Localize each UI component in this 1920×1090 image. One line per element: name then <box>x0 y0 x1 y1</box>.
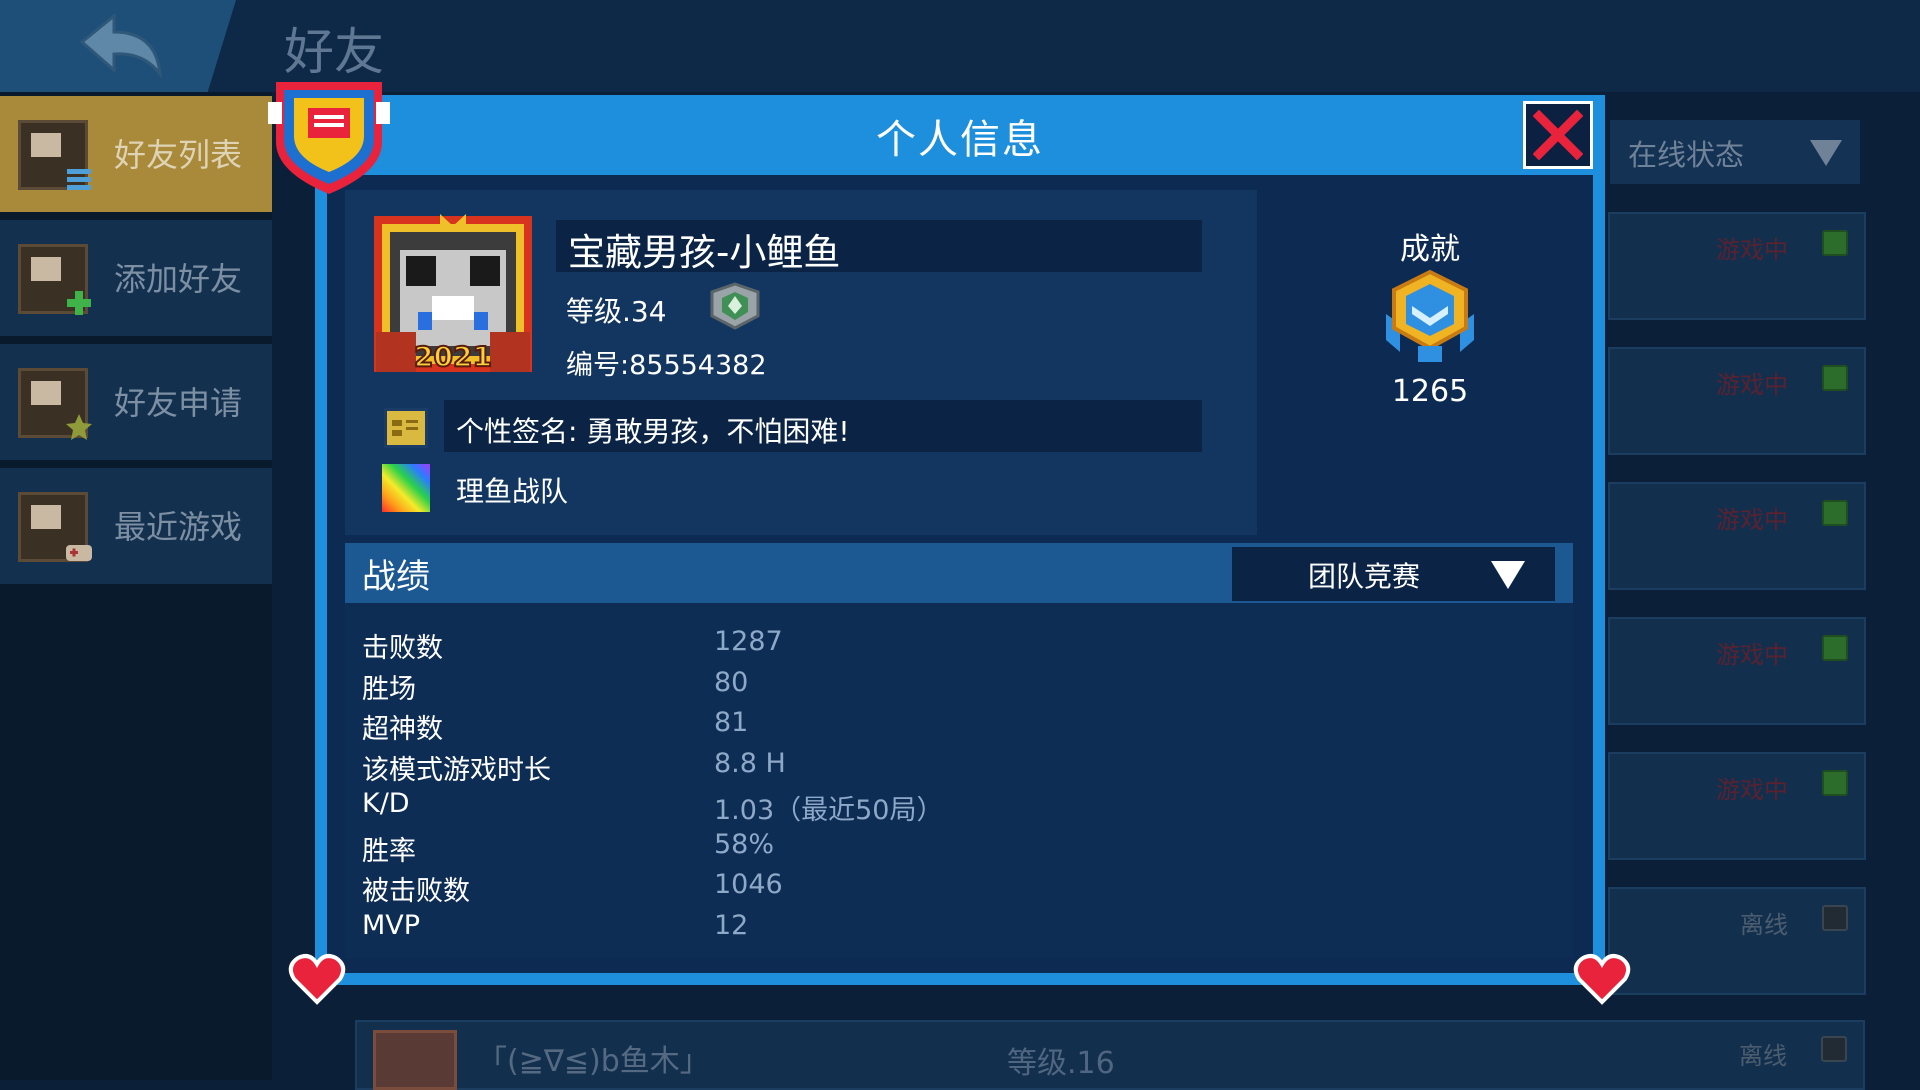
stat-row: MVP 12 <box>362 910 1262 950</box>
status-indicator <box>1822 905 1848 931</box>
stat-value: 12 <box>714 910 749 941</box>
stat-row: 该模式游戏时长 8.8 H <box>362 748 1262 788</box>
team-name: 理鱼战队 <box>456 475 569 508</box>
player-level: 等级.34 <box>566 295 667 328</box>
stat-label: 该模式游戏时长 <box>362 755 551 786</box>
status-indicator <box>1822 500 1848 526</box>
stat-row: 击败数 1287 <box>362 626 1262 666</box>
player-signature: 个性签名: 勇敢男孩，不怕困难! <box>456 415 850 448</box>
friend-status: 游戏中 <box>1716 641 1788 669</box>
recent-games-icon <box>18 492 92 562</box>
close-icon <box>1533 110 1583 160</box>
sidebar-item-friend-list[interactable]: 好友列表 <box>0 96 272 212</box>
friend-status: 游戏中 <box>1716 371 1788 399</box>
close-button[interactable] <box>1523 101 1593 169</box>
friend-row[interactable]: 游戏中 <box>1608 752 1866 860</box>
stat-value: 58% <box>714 829 775 860</box>
status-indicator <box>1822 230 1848 256</box>
avatar[interactable]: 2021 <box>370 212 536 376</box>
sidebar-item-add-friend[interactable]: 添加好友 <box>0 220 272 336</box>
achievement-medal-icon[interactable] <box>1380 268 1480 368</box>
stat-value: 8.8 H <box>714 748 786 779</box>
team-rainbow-icon <box>382 464 430 512</box>
stat-value: 1.03（最近50局） <box>714 795 944 826</box>
friend-status: 离线 <box>1739 1042 1787 1070</box>
stat-row: K/D 1.03（最近50局） <box>362 788 1262 828</box>
friend-status: 游戏中 <box>1716 506 1788 534</box>
status-indicator <box>1821 1036 1847 1062</box>
friend-row[interactable]: 离线 <box>1608 887 1866 995</box>
status-indicator <box>1822 635 1848 661</box>
status-indicator <box>1822 365 1848 391</box>
chevron-down-icon <box>1810 140 1842 166</box>
online-status-filter[interactable]: 在线状态 <box>1610 120 1860 184</box>
player-name: 宝藏男孩-小鲤鱼 <box>568 231 841 274</box>
mode-select-label: 团队竞赛 <box>1308 560 1421 593</box>
stat-value: 1046 <box>714 869 783 900</box>
avatar <box>373 1030 457 1090</box>
sidebar-item-friend-requests[interactable]: 好友申请 <box>0 344 272 460</box>
sidebar-item-label: 好友申请 <box>114 384 243 422</box>
online-status-label: 在线状态 <box>1628 138 1745 172</box>
sidebar-item-label: 最近游戏 <box>114 508 243 546</box>
achievement-value: 1265 <box>1391 374 1469 409</box>
stat-row: 被击败数 1046 <box>362 869 1262 909</box>
friend-request-icon <box>18 368 92 440</box>
back-button[interactable] <box>0 0 236 92</box>
stats-title: 战绩 <box>362 557 430 597</box>
back-arrow-icon <box>79 12 163 78</box>
sidebar: 好友列表 添加好友 好友申请 最近游戏 <box>0 92 272 1080</box>
chevron-down-icon <box>1491 561 1525 589</box>
stat-value: 80 <box>714 667 749 698</box>
friend-level: 等级.16 <box>1007 1046 1115 1081</box>
achievement-label: 成就 <box>1400 232 1460 267</box>
stat-value: 1287 <box>714 626 783 657</box>
rank-icon <box>710 282 760 330</box>
stat-label: 超神数 <box>362 714 443 745</box>
stat-row: 超神数 81 <box>362 707 1262 747</box>
friend-row[interactable]: 游戏中 <box>1608 617 1866 725</box>
friend-row[interactable]: 游戏中 <box>1608 482 1866 590</box>
stat-label: K/D <box>362 788 410 819</box>
friend-status: 游戏中 <box>1716 236 1788 264</box>
player-id: 编号:85554382 <box>566 350 767 381</box>
stat-label: MVP <box>362 910 421 941</box>
friend-status: 离线 <box>1740 911 1788 939</box>
stat-value: 81 <box>714 707 749 738</box>
stat-label: 击败数 <box>362 633 443 664</box>
friend-row[interactable]: 游戏中 <box>1608 347 1866 455</box>
profile-card-icon <box>268 82 390 194</box>
friend-row[interactable]: 游戏中 <box>1608 212 1866 320</box>
stat-row: 胜场 80 <box>362 667 1262 707</box>
friend-status: 游戏中 <box>1716 776 1788 804</box>
avatar-year-badge: 2021 <box>414 340 492 373</box>
stat-label: 胜场 <box>362 674 416 705</box>
stat-label: 被击败数 <box>362 876 470 907</box>
sidebar-item-recent-games[interactable]: 最近游戏 <box>0 468 272 584</box>
stat-label: 胜率 <box>362 836 416 867</box>
friend-name: 「(≧∇≦)b鱼木」 <box>477 1044 710 1079</box>
dialog-header: 个人信息 <box>315 95 1605 175</box>
dialog-title: 个人信息 <box>876 117 1044 163</box>
sidebar-item-label: 好友列表 <box>114 136 243 174</box>
status-indicator <box>1822 770 1848 796</box>
friend-list-icon <box>18 120 91 190</box>
mode-select[interactable]: 团队竞赛 <box>1232 547 1555 601</box>
signature-icon <box>384 408 428 448</box>
stat-row: 胜率 58% <box>362 829 1262 869</box>
heart-icon <box>1573 954 1631 1005</box>
add-friend-icon <box>18 244 91 315</box>
heart-icon <box>288 954 346 1005</box>
sidebar-item-label: 添加好友 <box>114 260 243 298</box>
